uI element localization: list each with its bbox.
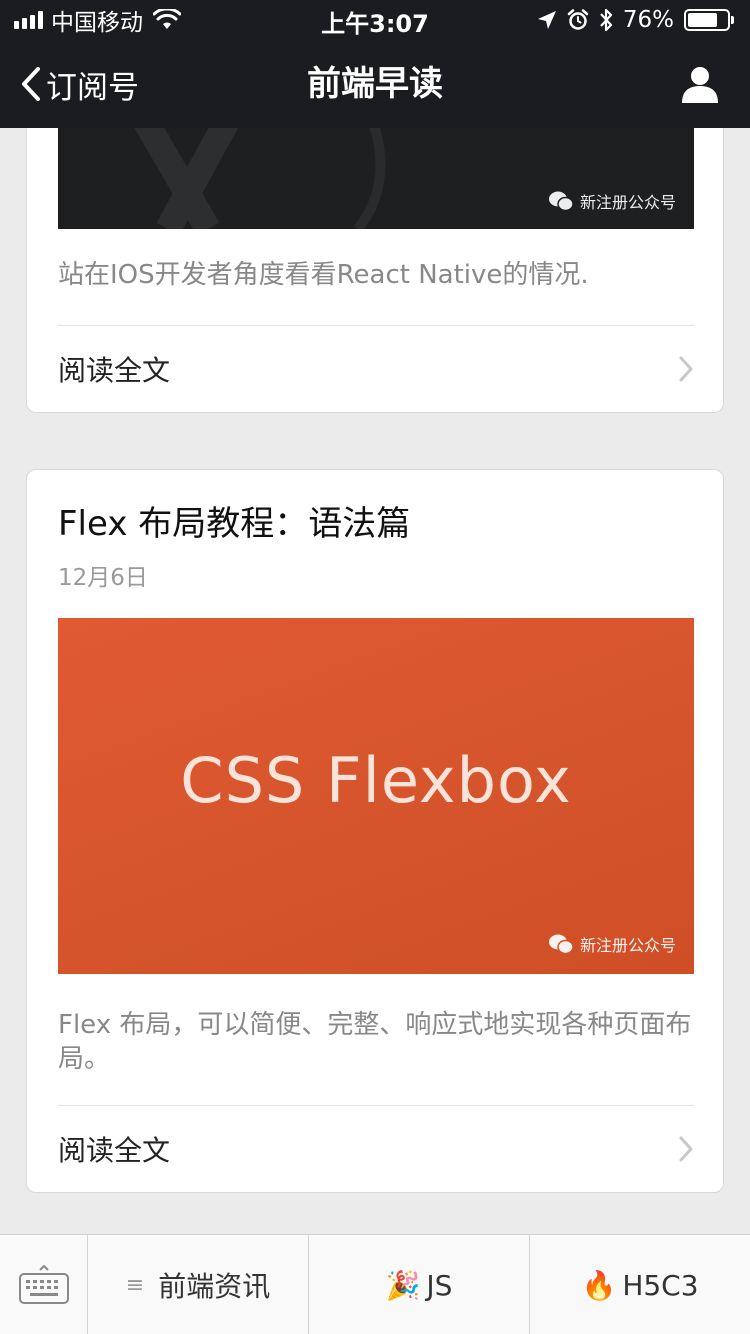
battery-percent: 76%: [622, 7, 674, 33]
read-more-row[interactable]: 阅读全文: [58, 326, 694, 412]
wechat-icon: [548, 934, 574, 955]
bluetooth-icon: [600, 8, 612, 32]
back-button[interactable]: 订阅号: [20, 62, 139, 106]
read-more-row[interactable]: 阅读全文: [58, 1106, 694, 1192]
keyboard-toggle-button[interactable]: [0, 1235, 88, 1334]
article-digest: Flex 布局，可以简便、完整、响应式地实现各种页面布局。: [58, 1010, 692, 1074]
read-more-label: 阅读全文: [58, 1134, 171, 1167]
watermark-text: 新注册公众号: [579, 193, 676, 212]
chevron-right-icon: [679, 1136, 693, 1162]
location-arrow-icon: [537, 11, 556, 29]
fire-icon: 🔥: [581, 1268, 617, 1302]
menu-item-h5c3[interactable]: 🔥 H5C3: [530, 1235, 750, 1334]
watermark-text: 新注册公众号: [579, 936, 676, 955]
profile-icon[interactable]: [680, 64, 720, 104]
menu-item-label: JS: [426, 1268, 453, 1302]
cover-watermark: 新注册公众号: [548, 189, 676, 213]
article-card: Flex 布局教程：语法篇 12月6日 CSS Flexbox 新注册公众号 F…: [26, 469, 724, 1193]
menu-item-label: H5C3: [622, 1268, 699, 1302]
chevron-left-icon: [22, 67, 40, 101]
battery-fill: [688, 13, 717, 27]
wechat-icon: [548, 191, 574, 212]
bottom-menu-bar: ≡ 前端资讯 🎉 JS 🔥 H5C3: [0, 1234, 750, 1334]
article-date: 12月6日: [58, 565, 148, 591]
party-popper-icon: 🎉: [385, 1268, 421, 1302]
article-title[interactable]: Flex 布局教程：语法篇: [58, 502, 694, 546]
menu-item-label: 前端资讯: [158, 1270, 271, 1303]
battery-icon: [684, 9, 734, 31]
article-cover-image[interactable]: CSS Flexbox 新注册公众号: [58, 618, 694, 974]
alarm-clock-icon: [567, 9, 589, 30]
article-card: 新注册公众号 站在IOS开发者角度看看React Native的情况. 阅读全文: [26, 90, 724, 413]
top-header: 中国移动 上午3:07 76% 订阅号 前端早读: [0, 0, 750, 128]
read-more-label: 阅读全文: [58, 354, 171, 387]
keyboard-icon: [18, 1265, 69, 1304]
chevron-right-icon: [679, 356, 693, 382]
menu-item-js[interactable]: 🎉 JS: [309, 1235, 530, 1334]
menu-item-frontend-news[interactable]: ≡ 前端资讯: [88, 1235, 309, 1334]
page-title: 前端早读: [307, 64, 443, 104]
article-digest: 站在IOS开发者角度看看React Native的情况.: [58, 260, 589, 290]
nav-bar: 订阅号 前端早读: [0, 40, 750, 128]
cover-title-text: CSS Flexbox: [180, 744, 572, 817]
cover-watermark: 新注册公众号: [548, 932, 676, 956]
menu-lines-icon: ≡: [125, 1272, 145, 1298]
status-right: 76%: [537, 6, 734, 34]
status-bar: 中国移动 上午3:07 76%: [0, 0, 750, 40]
back-label: 订阅号: [46, 69, 139, 106]
